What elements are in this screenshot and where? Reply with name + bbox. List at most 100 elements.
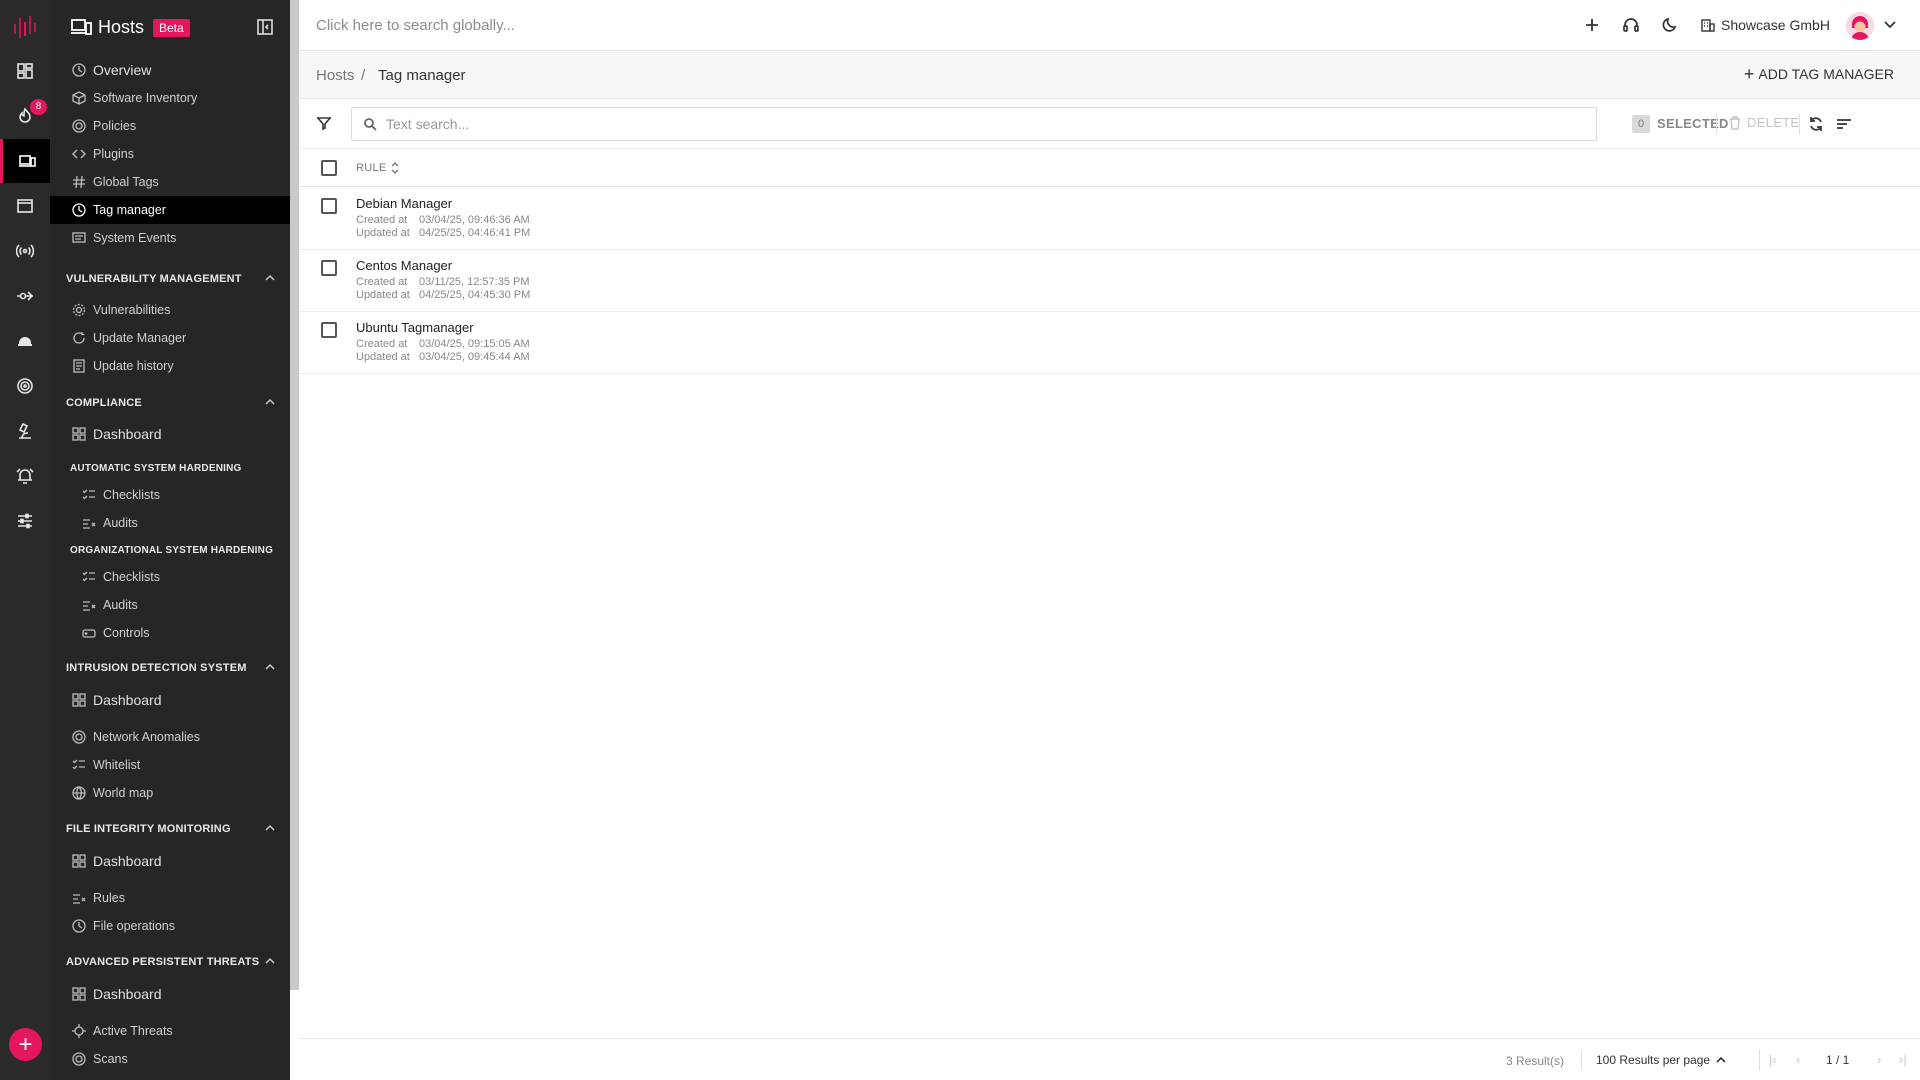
chevron-up-icon	[265, 824, 275, 831]
organization-name: Showcase GmbH	[1721, 17, 1830, 33]
text-search-input[interactable]	[386, 114, 1576, 134]
column-header-rule[interactable]: RULE	[356, 162, 399, 174]
document-icon	[73, 359, 85, 373]
hosts-icon	[18, 155, 36, 167]
sidebar-item-compliance-dashboard[interactable]: Dashboard	[50, 420, 290, 448]
organization-switcher[interactable]: Showcase GmbH	[1701, 17, 1830, 33]
sidebar-item-org-controls[interactable]: Controls	[50, 619, 290, 647]
results-per-page-select[interactable]: 100 Results per page	[1596, 1053, 1726, 1067]
select-all-checkbox[interactable]	[321, 160, 337, 176]
divider	[1799, 114, 1800, 134]
sidebar-item-vulnerabilities[interactable]: Vulnerabilities	[50, 296, 290, 324]
sidebar-item-apt-dashboard[interactable]: Dashboard	[50, 980, 290, 1008]
sidebar-item-overview[interactable]: Overview	[50, 56, 290, 84]
rail-incidents[interactable]: 8	[0, 94, 50, 138]
rail-cloud[interactable]	[0, 319, 50, 363]
alarm-icon	[16, 468, 34, 484]
filter-icon[interactable]	[316, 115, 332, 131]
sidebar-item-org-audits[interactable]: Audits	[50, 591, 290, 619]
sidebar-item-file-operations[interactable]: File operations	[50, 912, 290, 940]
rail-lab[interactable]	[0, 409, 50, 453]
add-tag-manager-button[interactable]: + ADD TAG MANAGER	[1744, 65, 1894, 83]
sidebar-item-tag-manager[interactable]: Tag manager	[50, 196, 290, 224]
sidebar-item-policies[interactable]: Policies	[50, 112, 290, 140]
sidebar-item-rules[interactable]: Rules	[50, 884, 290, 912]
hosts-icon	[71, 19, 92, 35]
sort-icon[interactable]	[1834, 114, 1854, 134]
sidebar-item-global-tags[interactable]: Global Tags	[50, 168, 290, 196]
rail-network[interactable]	[0, 229, 50, 273]
rail-connections[interactable]	[0, 274, 50, 318]
hash-icon	[73, 175, 85, 189]
sidebar-item-system-events[interactable]: System Events	[50, 224, 290, 252]
microscope-icon	[18, 422, 31, 439]
rule-name[interactable]: Ubuntu Tagmanager	[356, 320, 474, 335]
delete-button[interactable]: DELETE	[1729, 115, 1799, 130]
rail-settings[interactable]	[0, 499, 50, 543]
create-button[interactable]: +	[9, 1028, 42, 1061]
clock-icon	[72, 919, 86, 933]
rail-alerts[interactable]	[0, 454, 50, 498]
section-advanced-persistent-threats[interactable]: ADVANCED PERSISTENT THREATS	[66, 956, 276, 968]
text-search-field[interactable]	[351, 107, 1597, 141]
table-row[interactable]: Ubuntu Tagmanager Created at 03/04/25, 09…	[299, 312, 1920, 374]
collapse-sidebar-icon[interactable]	[257, 19, 273, 35]
section-file-integrity[interactable]: FILE INTEGRITY MONITORING	[66, 823, 276, 835]
dashboard-icon	[17, 63, 33, 79]
rail-radar[interactable]	[0, 364, 50, 408]
subsection-organizational-hardening: ORGANIZATIONAL SYSTEM HARDENING	[70, 545, 274, 556]
rail-hosts[interactable]	[0, 139, 50, 183]
avatar[interactable]	[1846, 12, 1874, 40]
sidebar-item-auto-checklists[interactable]: Checklists	[50, 481, 290, 509]
section-intrusion-detection[interactable]: INTRUSION DETECTION SYSTEM	[66, 662, 276, 674]
row-checkbox[interactable]	[321, 260, 337, 276]
next-page-icon[interactable]: ›	[1877, 1052, 1881, 1067]
last-page-icon[interactable]: ›|	[1899, 1052, 1907, 1067]
chevron-up-icon	[1716, 1056, 1726, 1063]
row-checkbox[interactable]	[321, 198, 337, 214]
chevron-up-icon	[265, 663, 275, 670]
dashboard-icon	[72, 987, 86, 1001]
sidebar-item-active-threats[interactable]: Active Threats	[50, 1017, 290, 1045]
table-row[interactable]: Centos Manager Created at 03/11/25, 12:57…	[299, 250, 1920, 312]
sidebar-item-update-manager[interactable]: Update Manager	[50, 324, 290, 352]
global-search[interactable]: Click here to search globally...	[316, 17, 515, 34]
rules-icon	[73, 894, 86, 904]
table-row[interactable]: Debian Manager Created at 03/04/25, 09:46…	[299, 188, 1920, 250]
sidebar-item-software-inventory[interactable]: Software Inventory	[50, 84, 290, 112]
sidebar-scrollbar[interactable]	[290, 0, 299, 990]
section-vulnerability-management[interactable]: VULNERABILITY MANAGEMENT	[66, 273, 276, 285]
sidebar-item-org-checklists[interactable]: Checklists	[50, 563, 290, 591]
previous-page-icon[interactable]: ‹	[1796, 1052, 1800, 1067]
gamepad-icon	[82, 629, 96, 638]
headset-icon[interactable]	[1622, 16, 1640, 34]
sidebar-item-auto-audits[interactable]: Audits	[50, 509, 290, 537]
sidebar-item-fim-dashboard[interactable]: Dashboard	[50, 847, 290, 875]
chevron-down-icon[interactable]	[1883, 17, 1897, 31]
sidebar-item-plugins[interactable]: Plugins	[50, 140, 290, 168]
sidebar-item-update-history[interactable]: Update history	[50, 352, 290, 380]
sidebar-item-whitelist[interactable]: Whitelist	[50, 751, 290, 779]
sidebar-item-ids-dashboard[interactable]: Dashboard	[50, 686, 290, 714]
table-toolbar: 0 SELECTED DELETE	[299, 99, 1920, 149]
rail-dashboard[interactable]	[0, 49, 50, 93]
rule-name[interactable]: Debian Manager	[356, 196, 452, 211]
checklist-icon	[72, 759, 85, 770]
refresh-icon[interactable]	[1806, 114, 1826, 134]
sliders-icon	[18, 513, 32, 529]
plus-icon[interactable]	[1583, 16, 1601, 34]
row-checkbox[interactable]	[321, 322, 337, 338]
target-icon	[72, 119, 86, 133]
sidebar-item-network-anomalies[interactable]: Network Anomalies	[50, 723, 290, 751]
sidebar-item-scans[interactable]: Scans	[50, 1045, 290, 1073]
breadcrumb-hosts[interactable]: Hosts	[316, 67, 354, 84]
section-compliance[interactable]: COMPLIANCE	[66, 397, 276, 409]
rail-windows[interactable]	[0, 184, 50, 228]
first-page-icon[interactable]: |‹	[1769, 1052, 1777, 1067]
logo-icon[interactable]	[13, 14, 37, 40]
rule-name[interactable]: Centos Manager	[356, 258, 452, 273]
checklist-icon	[82, 571, 95, 582]
radar-icon	[17, 378, 33, 394]
sidebar-item-world-map[interactable]: World map	[50, 779, 290, 807]
moon-icon[interactable]	[1661, 16, 1679, 34]
